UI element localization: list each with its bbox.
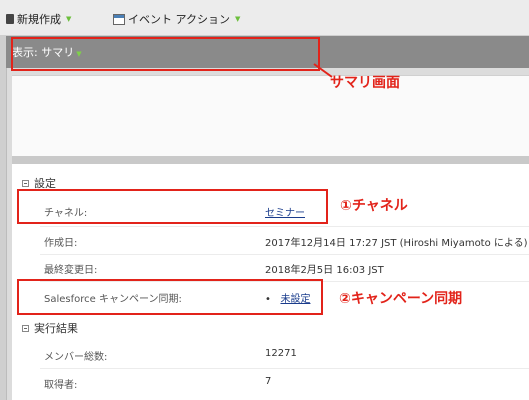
row-divider [40,226,529,227]
calendar-icon [113,13,125,25]
event-action-label: イベント アクション [128,13,230,26]
acquired-label: 取得者: [44,380,78,391]
channel-annotation: ①チャネル [340,198,408,214]
left-sidebar-edge [0,36,7,400]
new-button[interactable]: 新規作成 ▼ [6,11,71,27]
row-divider [40,254,529,255]
channel-highlight-box [17,189,328,224]
results-section-title: 実行結果 [34,322,78,335]
modified-value: 2018年2月5日 16:03 JST [265,265,384,276]
modified-label: 最終変更日: [44,265,98,276]
members-label: メンバー総数: [44,352,108,363]
created-value: 2017年12月14日 17:27 JST (Hiroshi Miyamoto … [265,238,528,249]
summary-highlight-box [11,37,320,71]
dropdown-arrow-icon: ▼ [234,15,241,23]
row-divider [40,368,529,369]
sync-highlight-box [17,279,323,315]
collapse-icon [22,179,29,187]
dropdown-arrow-icon: ▼ [66,15,72,23]
created-label: 作成日: [44,238,78,249]
sync-annotation: ②キャンペーン同期 [339,291,463,307]
results-section-header[interactable]: 実行結果 [22,320,78,336]
summary-annotation: サマリ画面 [330,75,400,91]
acquired-value: 7 [265,376,272,387]
section-divider [12,156,529,164]
members-value: 12271 [265,348,297,359]
toolbar: 新規作成 ▼ イベント アクション ▼ [0,0,529,36]
new-icon [6,14,14,24]
summary-area [12,75,529,157]
collapse-icon [22,324,29,332]
event-action-button[interactable]: イベント アクション ▼ [113,11,240,27]
new-button-label: 新規作成 [17,13,61,26]
